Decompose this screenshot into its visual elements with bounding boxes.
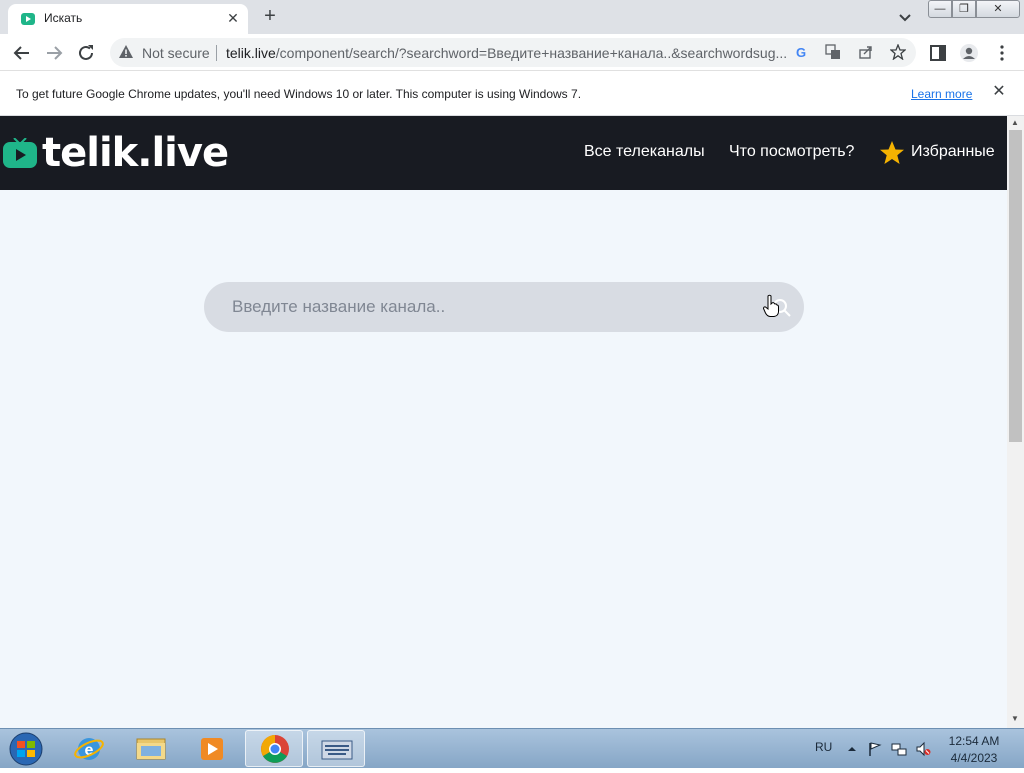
svg-text:G: G: [796, 45, 806, 60]
window-close-button[interactable]: ✕: [976, 0, 1020, 18]
url-path: /component/search/?searchword=Введите+на…: [275, 45, 786, 61]
channel-search-box[interactable]: [204, 282, 804, 332]
learn-more-link[interactable]: Learn more: [911, 87, 972, 101]
volume-muted-icon[interactable]: [915, 741, 931, 757]
page-viewport: telik.live Все телеканалы Что посмотреть…: [0, 116, 1024, 728]
close-icon: ✕: [993, 3, 1003, 15]
browser-toolbar: Not secure telik.live/component/search/?…: [0, 34, 1024, 71]
channel-search-input[interactable]: [232, 282, 752, 332]
show-hidden-icons-icon[interactable]: [844, 741, 860, 757]
google-lens-icon[interactable]: G: [793, 44, 809, 60]
url-host: telik.live: [226, 45, 276, 61]
share-icon[interactable]: [858, 44, 874, 60]
media-player-icon: [201, 738, 223, 760]
language-indicator[interactable]: RU: [815, 740, 832, 754]
tv-logo-icon[interactable]: [2, 138, 38, 170]
tab-search-chevron-icon[interactable]: [896, 8, 914, 26]
action-center-flag-icon[interactable]: [867, 741, 883, 757]
windows-taskbar: e RU 12:54 AM 4/4/2023: [0, 728, 1024, 768]
tab-strip: Искать ✕ + — ❐ ✕: [0, 0, 1024, 34]
infobar-message: To get future Google Chrome updates, you…: [16, 87, 582, 101]
network-icon[interactable]: [891, 741, 907, 757]
tab-title: Искать: [44, 11, 83, 25]
nav-favorites[interactable]: Избранные: [911, 143, 995, 161]
kebab-menu-icon[interactable]: [992, 43, 1012, 63]
profile-avatar-icon[interactable]: [959, 43, 979, 63]
telik-favicon-icon: [21, 13, 35, 25]
minimize-icon: —: [934, 3, 946, 15]
site-logo[interactable]: telik.live: [42, 130, 229, 176]
windows-start-icon[interactable]: [4, 731, 48, 767]
scroll-thumb[interactable]: [1009, 130, 1022, 442]
taskbar-onscreen-keyboard[interactable]: [307, 730, 365, 767]
page-scrollbar[interactable]: ▲ ▼: [1007, 116, 1024, 728]
warning-triangle-icon[interactable]: [118, 44, 134, 60]
new-tab-button[interactable]: +: [258, 5, 282, 29]
side-panel-icon[interactable]: [928, 43, 948, 63]
translate-icon[interactable]: [825, 44, 841, 60]
chrome-icon: [261, 735, 289, 763]
taskbar-chrome[interactable]: [245, 730, 303, 767]
taskbar-explorer[interactable]: [122, 730, 180, 767]
clock-date[interactable]: 4/4/2023: [946, 751, 1002, 765]
address-bar[interactable]: Not secure telik.live/component/search/?…: [110, 38, 916, 67]
taskbar-media-player[interactable]: [183, 730, 241, 767]
hand-cursor-icon: [762, 294, 779, 317]
restore-icon: ❐: [959, 3, 969, 15]
update-infobar: To get future Google Chrome updates, you…: [0, 71, 1024, 116]
bookmark-star-icon[interactable]: [890, 44, 906, 60]
nav-what-to-watch[interactable]: Что посмотреть?: [729, 143, 854, 161]
back-arrow-icon[interactable]: [10, 41, 34, 65]
window-restore-button[interactable]: ❐: [952, 0, 976, 18]
forward-arrow-icon[interactable]: [42, 41, 66, 65]
folder-icon: [136, 738, 166, 760]
omnibox-separator: [216, 45, 217, 61]
tab-close-icon[interactable]: ✕: [224, 9, 242, 27]
clock-time[interactable]: 12:54 AM: [946, 734, 1002, 748]
taskbar-ie[interactable]: e: [60, 730, 118, 767]
reload-icon[interactable]: [74, 41, 98, 65]
internet-explorer-icon: e: [74, 738, 104, 760]
site-header: telik.live Все телеканалы Что посмотреть…: [0, 116, 1007, 190]
nav-all-channels[interactable]: Все телеканалы: [584, 143, 705, 161]
window-minimize-button[interactable]: —: [928, 0, 952, 18]
not-secure-label[interactable]: Not secure: [142, 45, 210, 61]
infobar-close-icon[interactable]: ✕: [990, 83, 1008, 101]
browser-tab[interactable]: Искать ✕: [8, 4, 248, 34]
favorites-star-icon[interactable]: [879, 140, 905, 166]
scroll-down-arrow-icon[interactable]: ▼: [1011, 714, 1019, 723]
keyboard-icon: [321, 740, 353, 760]
url-text[interactable]: telik.live/component/search/?searchword=…: [226, 45, 786, 61]
scroll-up-arrow-icon[interactable]: ▲: [1011, 118, 1019, 127]
